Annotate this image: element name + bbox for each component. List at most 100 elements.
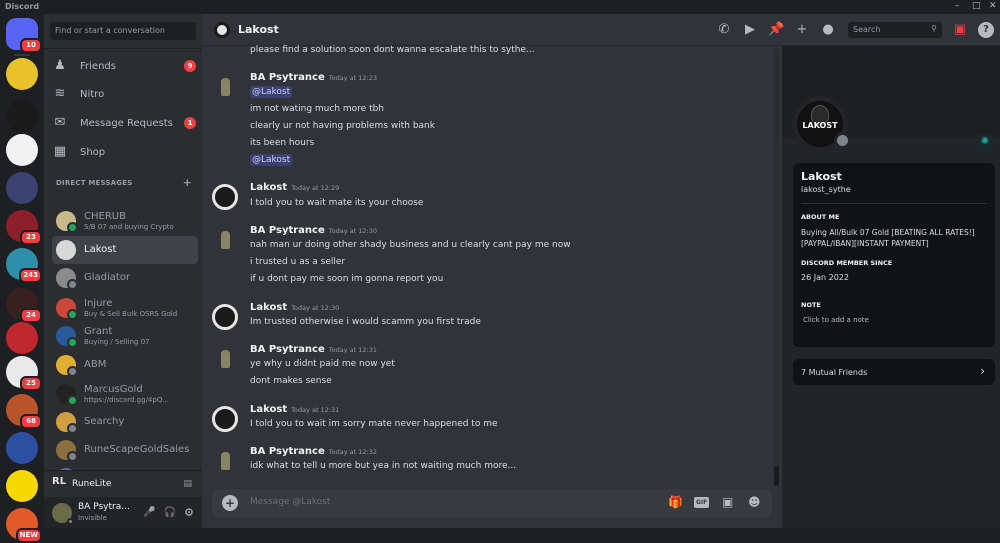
video-call-icon[interactable]: ▶ <box>742 22 758 38</box>
mutual-friends-button[interactable]: 7 Mutual Friends › <box>793 359 995 385</box>
poker-server-icon[interactable] <box>6 134 38 166</box>
dm-name: ABM <box>84 359 107 370</box>
close-icon[interactable]: ✕ <box>989 1 997 11</box>
server-avatar <box>6 58 38 90</box>
server-avatar <box>6 322 38 354</box>
attach-plus-icon[interactable]: + <box>222 495 238 511</box>
dm-name: CHERUB <box>84 211 126 222</box>
dm-custom-status: S/B 07 and buying Crypto <box>84 223 174 231</box>
message-avatar[interactable] <box>212 74 238 100</box>
folder-icon[interactable] <box>6 172 38 204</box>
inbox-icon[interactable]: ▣ <box>952 22 968 38</box>
dm-item-gladiator[interactable]: Gladiator <box>52 264 198 292</box>
dm-item-cherub[interactable]: CHERUB S/B 07 and buying Crypto <box>52 207 198 235</box>
add-friends-icon[interactable]: + <box>794 22 810 38</box>
message-avatar[interactable] <box>212 227 238 253</box>
message-author[interactable]: Lakost <box>250 404 287 415</box>
message-author[interactable]: Lakost <box>250 302 287 313</box>
server-icon[interactable] <box>6 322 38 354</box>
create-dm-icon[interactable]: + <box>183 176 192 189</box>
status-indicator <box>834 132 851 149</box>
user-profile-icon[interactable]: ● <box>820 22 836 38</box>
nav-label: Shop <box>80 146 106 158</box>
dm-custom-status: Buying / Selling 07 <box>84 338 150 346</box>
server-icon[interactable]: 23 <box>6 210 42 245</box>
dm-item-runescapegoldsales[interactable]: RuneScapeGoldSales <box>52 436 198 464</box>
unread-badge: 243 <box>19 268 42 283</box>
pokemon-server-icon[interactable] <box>6 58 38 90</box>
marcus-gold-server-icon[interactable] <box>6 100 38 132</box>
message-avatar[interactable] <box>212 448 238 474</box>
user-avatar[interactable] <box>52 502 74 525</box>
server-icon[interactable] <box>6 470 38 502</box>
help-icon[interactable]: ? <box>978 22 994 38</box>
message-line: @Lakost <box>250 86 293 98</box>
server-icon[interactable]: 243 <box>6 248 42 283</box>
discord-home-icon[interactable]: 10 <box>6 18 42 53</box>
message-line: if u dont pay me soon im gonna report yo… <box>250 274 444 284</box>
dm-item-grant[interactable]: Grant Buying / Selling 07 <box>52 322 198 350</box>
message-author[interactable]: BA Psytrance <box>250 72 325 83</box>
message-author[interactable]: BA Psytrance <box>250 344 325 355</box>
microphone-icon[interactable]: 🎤 <box>143 507 155 518</box>
runelite-overlay: RL RuneLite ▤ <box>44 470 202 496</box>
minimize-icon[interactable]: – <box>955 1 960 11</box>
header-avatar <box>214 22 230 38</box>
scrollbar-thumb[interactable] <box>774 466 779 486</box>
nav-message-requests[interactable]: ✉ Message Requests 1 <box>52 111 196 135</box>
server-avatar <box>6 432 38 464</box>
title-bar: Discord – □ ✕ <box>0 0 1000 14</box>
message-avatar[interactable] <box>212 406 238 432</box>
message-author[interactable]: BA Psytrance <box>250 225 325 236</box>
message-avatar[interactable] <box>212 184 238 210</box>
gif-button[interactable]: GIF <box>694 497 710 508</box>
nav-label: Friends <box>80 60 116 72</box>
emoji-icon[interactable]: ☻ <box>748 495 761 509</box>
message-author[interactable]: Lakost <box>250 182 287 193</box>
gift-icon[interactable]: 🎁 <box>668 495 683 509</box>
unread-badge: 68 <box>20 414 42 429</box>
message-input[interactable]: Message @Lakost <box>250 497 330 507</box>
search-input[interactable]: Search ⚲ <box>848 22 942 38</box>
nav-shop[interactable]: ▦ Shop <box>52 140 196 164</box>
dm-item-searchy[interactable]: Searchy <box>52 408 198 436</box>
mention[interactable]: @Lakost <box>250 86 293 98</box>
sticker-icon[interactable]: ▣ <box>722 495 733 509</box>
message-author[interactable]: BA Psytrance <box>250 446 325 457</box>
voice-call-icon[interactable]: ✆ <box>716 22 732 38</box>
message-composer[interactable]: + Message @Lakost 🎁 GIF ▣ ☻ <box>212 489 772 517</box>
server-list: 10 23 243 24 25 68 NEW <box>0 14 44 543</box>
search-icon: ⚲ <box>931 24 937 33</box>
server-icon[interactable]: 68 <box>6 394 42 429</box>
message-avatar[interactable] <box>212 346 238 372</box>
headphones-icon[interactable]: 🎧 <box>164 507 176 518</box>
nav-friends[interactable]: ♟ Friends 9 <box>52 54 196 78</box>
profile-display-name: Lakost <box>801 170 842 183</box>
chat-title: Lakost <box>238 23 279 36</box>
unread-badge: 24 <box>20 308 42 323</box>
settings-gear-icon[interactable]: ⚙ <box>184 506 194 519</box>
message-avatar[interactable] <box>212 304 238 330</box>
dm-item-injure[interactable]: Injure Buy & Sell Bulk OSRS Gold <box>52 294 198 322</box>
server-icon[interactable]: 24 <box>6 288 42 323</box>
overlay-icon[interactable]: ▤ <box>183 479 192 489</box>
server-icon[interactable]: 25 <box>6 356 42 391</box>
conversation-search[interactable]: Find or start a conversation <box>50 22 196 40</box>
message-line: i trusted u as a seller <box>250 257 346 267</box>
note-input[interactable]: Click to add a note <box>803 316 869 324</box>
server-icon[interactable]: NEW <box>6 508 42 543</box>
pinned-messages-icon[interactable]: 📌 <box>768 22 784 38</box>
dm-item-marcusgold[interactable]: MarcusGold https://discord.gg/4pQ... <box>52 380 198 408</box>
unread-badge: 10 <box>20 38 42 53</box>
chat-scrollbar[interactable] <box>774 48 779 486</box>
dm-sidebar: Find or start a conversation ♟ Friends 9… <box>44 14 202 528</box>
maximize-icon[interactable]: □ <box>972 1 981 11</box>
nav-nitro[interactable]: ≋ Nitro <box>52 82 196 106</box>
message-line: idk what to tell u more but yea in not w… <box>250 461 517 471</box>
dm-item-lakost[interactable]: Lakost <box>52 236 198 264</box>
server-icon[interactable] <box>6 432 38 464</box>
message-line: nah man ur doing other shady business an… <box>250 240 571 250</box>
dm-item-abm[interactable]: ABM <box>52 351 198 379</box>
dm-avatar <box>56 440 78 462</box>
mention[interactable]: @Lakost <box>250 154 293 166</box>
